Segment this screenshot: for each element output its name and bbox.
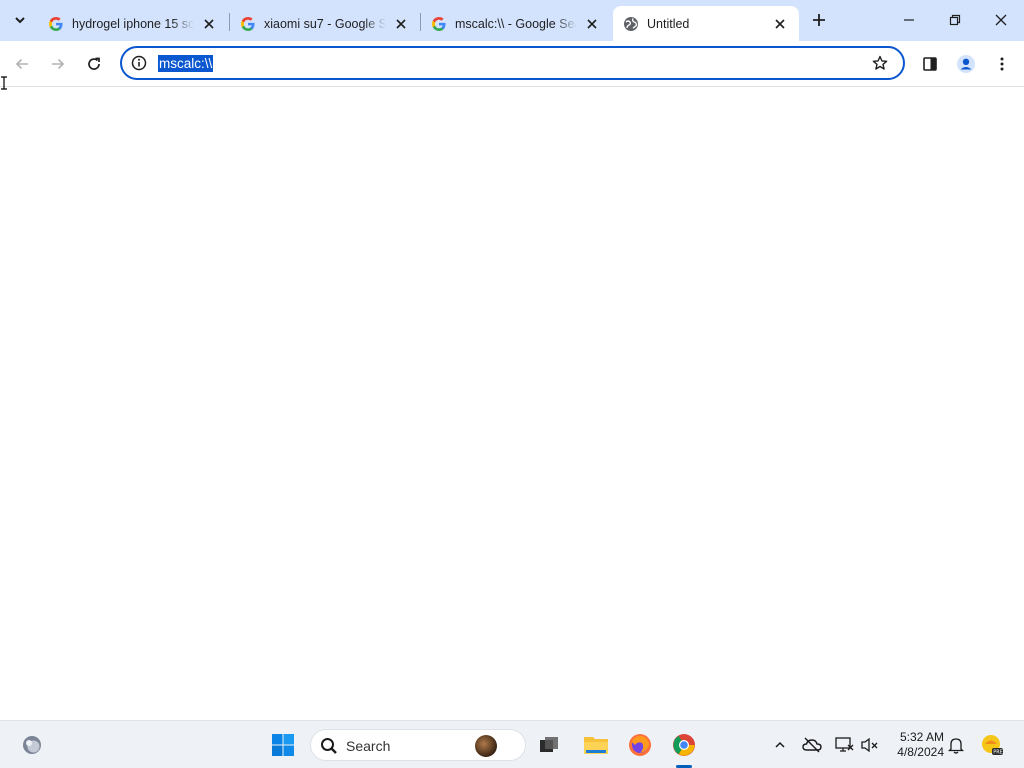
restore-button[interactable] [932, 0, 978, 40]
close-icon[interactable] [771, 15, 789, 33]
side-panel-icon [923, 57, 937, 71]
address-input[interactable]: mscalc:\\ [158, 55, 214, 72]
tab-untitled[interactable]: Untitled [613, 6, 799, 41]
tab-title: Untitled [647, 16, 765, 31]
firefox-icon [629, 734, 651, 756]
chevron-up-icon [775, 741, 785, 748]
address-bar[interactable]: mscalc:\\ [120, 46, 905, 80]
system-clock[interactable]: 5:32 AM 4/8/2024 [888, 730, 944, 760]
plus-icon [813, 14, 825, 26]
show-hidden-icons-button[interactable] [768, 733, 792, 757]
bookmark-star-icon[interactable] [871, 54, 889, 72]
arrow-right-icon [52, 58, 65, 70]
reload-icon [88, 57, 100, 70]
search-icon [321, 738, 337, 754]
network-icon[interactable] [832, 733, 856, 757]
minimize-icon [904, 19, 914, 21]
volume-icon[interactable] [858, 733, 882, 757]
tab-xiaomi[interactable]: xiaomi su7 - Google Search [230, 6, 420, 41]
folder-icon [584, 737, 608, 754]
text-cursor-icon [1, 76, 7, 90]
minimize-button[interactable] [886, 0, 932, 40]
tab-strip: hydrogel iphone 15 screen xiaomi su7 - G… [0, 0, 1024, 41]
chrome-icon [673, 734, 695, 756]
google-icon [48, 16, 64, 32]
profile-button[interactable] [952, 50, 980, 78]
tab-title: mscalc:\\ - Google Search [455, 16, 577, 31]
side-panel-button[interactable] [916, 50, 944, 78]
avatar-icon [957, 55, 975, 73]
close-window-button[interactable] [978, 0, 1024, 40]
forward-button[interactable] [44, 50, 72, 78]
clock-date: 4/8/2024 [897, 745, 944, 759]
task-view-button[interactable] [533, 729, 565, 761]
svg-text:PRE: PRE [993, 750, 1003, 756]
page-content [0, 88, 1024, 720]
tab-search-button[interactable] [7, 8, 33, 32]
tab-hydrogel[interactable]: hydrogel iphone 15 screen [38, 6, 228, 41]
google-icon [431, 16, 447, 32]
reload-button[interactable] [80, 50, 108, 78]
onedrive-icon[interactable] [800, 733, 824, 757]
start-button[interactable] [267, 729, 299, 761]
file-explorer-button[interactable] [580, 729, 612, 761]
chrome-button[interactable] [668, 729, 700, 761]
taskbar-search-box[interactable]: Search [310, 729, 526, 761]
back-button[interactable] [8, 50, 36, 78]
clock-time: 5:32 AM [899, 730, 944, 744]
close-icon[interactable] [392, 15, 410, 33]
close-icon[interactable] [200, 15, 218, 33]
restore-icon [949, 14, 961, 26]
copilot-preview-icon[interactable]: PRE [980, 733, 1004, 757]
tab-title: xiaomi su7 - Google Search [264, 16, 386, 31]
search-label: Search [346, 738, 391, 754]
browser-toolbar: mscalc:\\ [0, 41, 1024, 87]
search-highlight-icon [475, 735, 497, 757]
new-tab-button[interactable] [808, 9, 830, 31]
weather-widget-icon[interactable] [16, 729, 48, 761]
firefox-button[interactable] [624, 729, 656, 761]
arrow-left-icon [15, 58, 28, 70]
close-icon[interactable] [583, 15, 601, 33]
windows-logo-icon [272, 734, 294, 756]
menu-button[interactable] [988, 50, 1016, 78]
notification-bell-icon[interactable] [944, 733, 968, 757]
tab-title: hydrogel iphone 15 screen [72, 16, 194, 31]
close-icon [995, 14, 1007, 26]
google-icon [240, 16, 256, 32]
globe-icon [623, 16, 639, 32]
taskbar: Search 5:32 AM 4/8/2024 PRE [0, 720, 1024, 768]
chevron-down-icon [15, 17, 25, 24]
task-view-icon [540, 737, 558, 752]
tab-mscalc[interactable]: mscalc:\\ - Google Search [421, 6, 611, 41]
info-icon[interactable] [130, 54, 148, 72]
more-vert-icon [1000, 57, 1004, 71]
